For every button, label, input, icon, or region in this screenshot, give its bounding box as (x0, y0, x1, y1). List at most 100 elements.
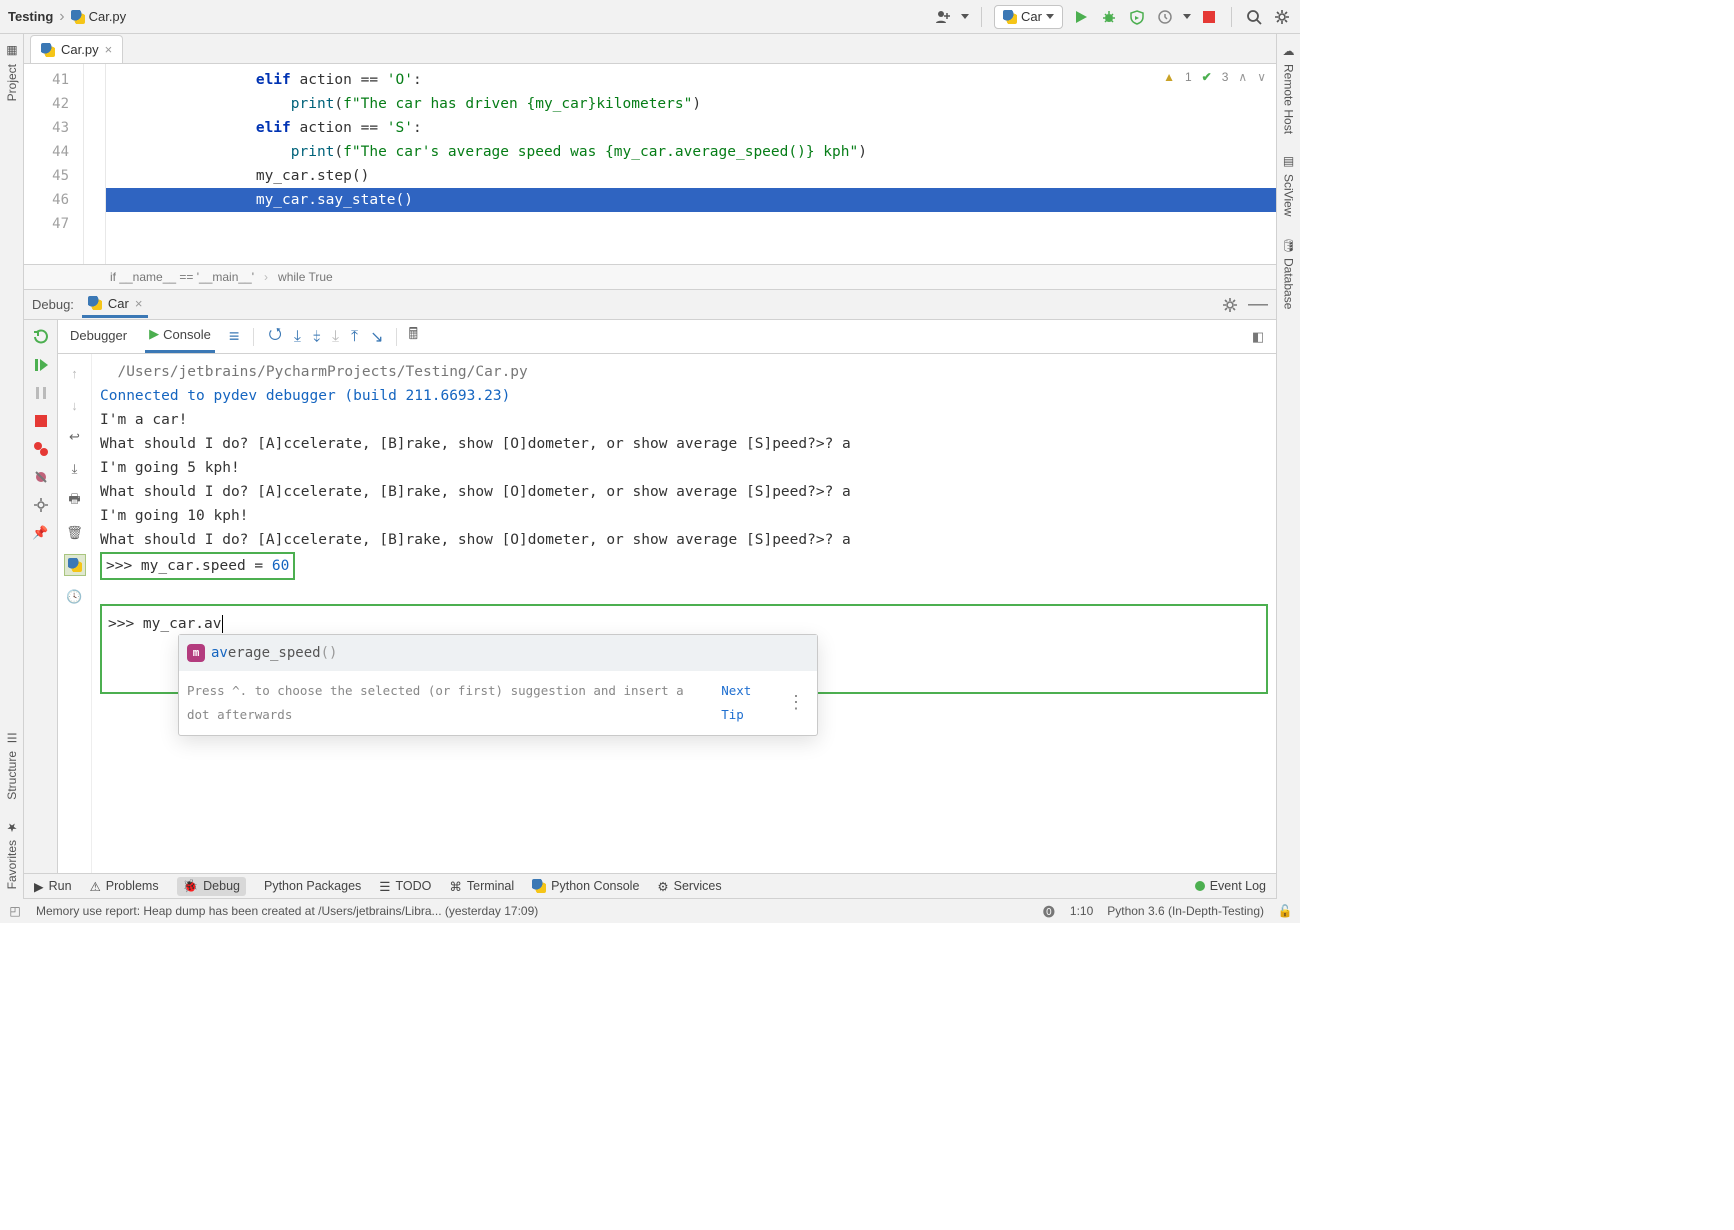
run-config-selector[interactable]: Car (994, 5, 1063, 29)
ide-settings-button[interactable] (1272, 7, 1292, 27)
clock-run-icon (1157, 9, 1173, 25)
new-console-button[interactable] (64, 554, 86, 576)
sciview-tool-button[interactable]: ▤ SciView (1282, 144, 1296, 226)
gear-icon (33, 497, 49, 513)
breadcrumb-file[interactable]: Car.py (71, 9, 127, 24)
debugger-settings-button[interactable] (32, 496, 50, 514)
view-breakpoints-button[interactable] (32, 440, 50, 458)
evaluate-expression-button[interactable]: 🖩 (409, 323, 419, 350)
console-input[interactable]: >>> my_car.avmaverage_speed()Press ^. to… (100, 604, 1268, 694)
code-line[interactable]: my_car.say_state() (106, 188, 1276, 212)
breadcrumb-project[interactable]: Testing (8, 9, 53, 24)
force-step-into-button[interactable]: ⤓ (332, 328, 339, 346)
step-into-my-code-button[interactable]: ⤈ (313, 328, 320, 346)
python-interpreter[interactable]: Python 3.6 (In-Depth-Testing) (1107, 904, 1264, 918)
debug-session-tab[interactable]: Car × (82, 292, 149, 318)
python-file-icon (41, 43, 55, 57)
step-toolbar: ⭯ ⤓ ⤈ ⤓ ⤒ ↘ 🖩 (268, 323, 418, 350)
bottom-tool-bar: ▶Run ⚠Problems 🐞Debug Python Packages ☰T… (24, 873, 1276, 899)
terminal-icon: ⌘ (449, 879, 462, 894)
resume-button[interactable] (32, 356, 50, 374)
run-config-label: Car (1021, 9, 1042, 24)
pin-tab-button[interactable]: 📌 (32, 524, 50, 542)
print-button[interactable]: 🖶 (64, 490, 86, 512)
profile-button[interactable] (1155, 7, 1175, 27)
stop-button[interactable] (1199, 7, 1219, 27)
code-editor[interactable]: 41424344454647 elif action == 'O': print… (24, 64, 1276, 264)
problems-tool-button[interactable]: ⚠Problems (90, 879, 159, 894)
completion-popup[interactable]: maverage_speed()Press ^. to choose the s… (178, 634, 818, 736)
step-out-button[interactable]: ⤒ (351, 328, 358, 346)
console-output[interactable]: /Users/jetbrains/PycharmProjects/Testing… (92, 354, 1276, 873)
breadcrumbs: Testing › Car.py (8, 8, 126, 26)
code-line[interactable]: print(f"The car's average speed was {my_… (106, 140, 1276, 164)
add-config-button[interactable] (933, 7, 953, 27)
step-into-button[interactable]: ⤓ (294, 328, 301, 346)
database-tool-button[interactable]: 🛢 Database (1282, 227, 1296, 320)
remote-host-tool-button[interactable]: ☁ Remote Host (1282, 34, 1296, 144)
next-highlight-button[interactable]: ∨ (1257, 70, 1266, 84)
python-packages-tool-button[interactable]: Python Packages (264, 879, 361, 893)
structure-icon: ☰ (5, 731, 19, 745)
context-crumb[interactable]: while True (278, 270, 333, 284)
structure-tool-button[interactable]: Structure ☰ (5, 721, 19, 810)
check-icon: ✔ (1202, 70, 1212, 84)
scroll-to-end-button[interactable]: ⤓ (64, 458, 86, 480)
event-log-tool-button[interactable]: Event Log (1195, 879, 1266, 893)
background-tasks-button[interactable]: ⓿ (1042, 904, 1056, 918)
terminal-tool-button[interactable]: ⌘Terminal (449, 879, 514, 894)
soft-wrap-button[interactable]: ↩ (64, 426, 86, 448)
close-session-button[interactable]: × (135, 296, 143, 311)
layout-settings-button[interactable]: ◧ (1248, 327, 1268, 347)
history-button[interactable]: 🕓 (64, 586, 86, 608)
code-line[interactable]: print(f"The car has driven {my_car}kilom… (106, 92, 1276, 116)
pause-button[interactable] (32, 384, 50, 402)
status-message[interactable]: Memory use report: Heap dump has been cr… (36, 904, 538, 918)
search-everywhere-button[interactable] (1244, 7, 1264, 27)
tool-windows-quick-access-button[interactable]: ◰ (8, 904, 22, 918)
next-tip-link[interactable]: Next Tip (721, 679, 773, 727)
editor-code-area[interactable]: elif action == 'O': print(f"The car has … (106, 64, 1276, 264)
step-over-button[interactable]: ⭯ (268, 323, 281, 350)
context-crumb[interactable]: if __name__ == '__main__' (110, 270, 254, 284)
run-to-cursor-button[interactable]: ↘ (370, 327, 383, 347)
more-options-button[interactable]: ⋮ (783, 691, 809, 715)
completion-item[interactable]: maverage_speed() (179, 635, 817, 671)
debug-button[interactable] (1099, 7, 1119, 27)
clear-all-button[interactable]: 🗑 (64, 522, 86, 544)
editor-inspection-widget[interactable]: ▲ 1 ✔ 3 ∧ ∨ (1163, 70, 1266, 84)
code-line[interactable]: my_car.step() (106, 164, 1276, 188)
code-line[interactable]: elif action == 'S': (106, 116, 1276, 140)
cursor-position[interactable]: 1:10 (1070, 904, 1093, 918)
chevron-down-icon[interactable] (961, 14, 969, 19)
console-tab[interactable]: ▶ Console (145, 320, 215, 353)
code-line[interactable]: elif action == 'O': (106, 68, 1276, 92)
gear-icon (1274, 9, 1290, 25)
threads-icon[interactable]: ≡ (229, 326, 240, 347)
coverage-button[interactable] (1127, 7, 1147, 27)
python-console-tool-button[interactable]: Python Console (532, 879, 639, 893)
stop-button[interactable] (32, 412, 50, 430)
close-tab-button[interactable]: × (105, 42, 113, 57)
up-stack-button[interactable]: ↑ (64, 362, 86, 384)
project-tool-button[interactable]: Project ▦ (5, 34, 19, 111)
todo-tool-button[interactable]: ☰TODO (379, 879, 431, 894)
prev-highlight-button[interactable]: ∧ (1238, 70, 1247, 84)
services-tool-button[interactable]: ⚙Services (657, 879, 721, 894)
run-button[interactable] (1071, 7, 1091, 27)
breakpoints-icon (33, 441, 49, 457)
read-only-toggle[interactable]: 🔓 (1278, 904, 1292, 918)
debug-settings-button[interactable] (1220, 295, 1240, 315)
mute-breakpoints-button[interactable] (32, 468, 50, 486)
debug-tool-button[interactable]: 🐞Debug (177, 877, 246, 896)
debugger-tab[interactable]: Debugger (66, 322, 131, 351)
search-icon (1246, 9, 1262, 25)
hide-tool-button[interactable]: — (1248, 295, 1268, 315)
favorites-tool-button[interactable]: Favorites ★ (5, 810, 19, 899)
run-tool-button[interactable]: ▶Run (34, 879, 72, 894)
rerun-button[interactable] (32, 328, 50, 346)
editor-tab-car[interactable]: Car.py × (30, 35, 123, 63)
python-icon (68, 558, 82, 572)
down-stack-button[interactable]: ↓ (64, 394, 86, 416)
chevron-down-icon[interactable] (1183, 14, 1191, 19)
